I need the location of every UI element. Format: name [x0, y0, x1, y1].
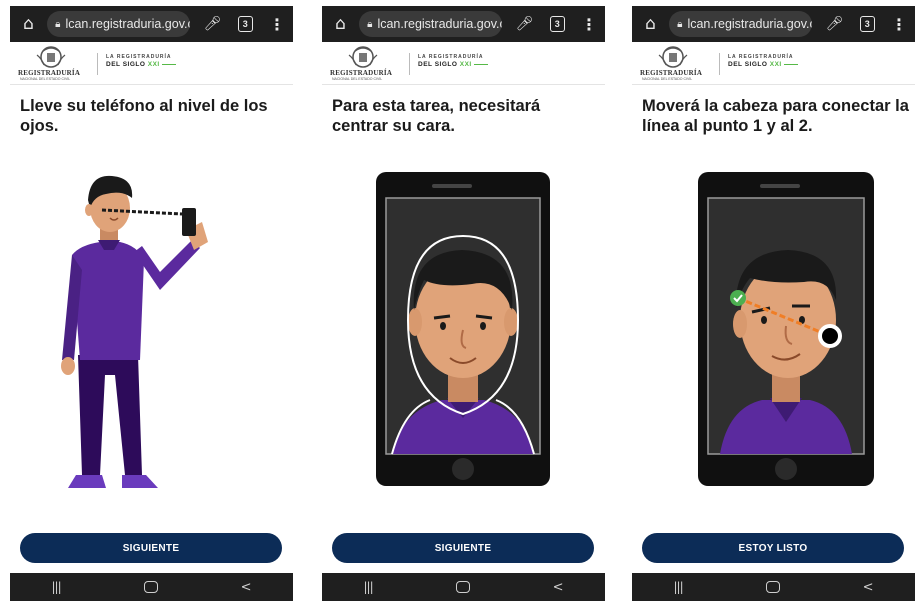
center-face-phone-illustration	[376, 172, 550, 486]
mic-icon[interactable]: 🎤︎	[204, 16, 222, 32]
lock-icon: 🔒︎	[677, 18, 683, 30]
crest-logo	[36, 46, 66, 68]
check-icon	[730, 290, 746, 306]
instruction-title: Lleve su teléfono al nivel de los ojos.	[20, 97, 268, 135]
recent-apps-icon[interactable]: |||	[673, 580, 683, 594]
home-nav-icon[interactable]	[455, 581, 470, 593]
address-bar[interactable]: 🔒︎ lcan.registraduria.gov.co	[47, 11, 190, 37]
divider	[97, 53, 98, 75]
site-header: REGISTRADURÍA NACIONAL DEL ESTADO CIVIL …	[632, 42, 915, 85]
mic-icon[interactable]: 🎤︎	[516, 16, 534, 32]
mic-icon[interactable]: 🎤︎	[826, 16, 844, 32]
menu-icon[interactable]: ⋮	[891, 15, 907, 34]
home-icon[interactable]: ⌂	[18, 14, 39, 34]
screen-3: ⌂ 🔒︎ lcan.registraduria.gov.co 🎤︎ 3 ⋮ RE…	[632, 0, 915, 601]
connect-line-phone-illustration	[698, 172, 874, 486]
logo-subtext: NACIONAL DEL ESTADO CIVIL	[332, 77, 383, 81]
instruction-title: Para esta tarea, necesitará centrar su c…	[332, 97, 541, 135]
android-nav-bar: ||| <	[322, 573, 605, 601]
recent-apps-icon[interactable]: |||	[51, 580, 61, 594]
menu-icon[interactable]: ⋮	[581, 15, 597, 34]
target-dot-icon	[818, 324, 842, 348]
slogan: LA REGISTRADURÍA DEL SIGLO XXI	[418, 54, 488, 68]
back-icon[interactable]: <	[241, 580, 252, 595]
site-header: REGISTRADURÍA NACIONAL DEL ESTADO CIVIL …	[322, 42, 605, 85]
site-header: REGISTRADURÍA NACIONAL DEL ESTADO CIVIL …	[10, 42, 293, 85]
crest-logo	[658, 46, 688, 68]
tabs-icon[interactable]: 3	[549, 16, 565, 32]
lock-icon: 🔒︎	[55, 18, 61, 30]
android-nav-bar: ||| <	[10, 573, 293, 601]
tabs-icon[interactable]: 3	[237, 16, 253, 32]
crest-logo	[348, 46, 378, 68]
estoy-listo-button[interactable]: ESTOY LISTO	[642, 533, 904, 563]
url-text: lcan.registraduria.gov.co	[65, 17, 190, 31]
browser-toolbar: ⌂ 🔒︎ lcan.registraduria.gov.co 🎤︎ 3 ⋮	[322, 6, 605, 42]
recent-apps-icon[interactable]: |||	[363, 580, 373, 594]
tabs-icon[interactable]: 3	[859, 16, 875, 32]
url-text: lcan.registraduria.gov.co	[687, 17, 812, 31]
address-bar[interactable]: 🔒︎ lcan.registraduria.gov.co	[359, 11, 502, 37]
logo-subtext: NACIONAL DEL ESTADO CIVIL	[20, 77, 71, 81]
address-bar[interactable]: 🔒︎ lcan.registraduria.gov.co	[669, 11, 812, 37]
browser-toolbar: ⌂ 🔒︎ lcan.registraduria.gov.co 🎤︎ 3 ⋮	[632, 6, 915, 42]
logo-text: REGISTRADURÍA	[640, 69, 703, 77]
instruction-title: Moverá la cabeza para conectar la línea …	[642, 97, 909, 135]
home-nav-icon[interactable]	[765, 581, 780, 593]
back-icon[interactable]: <	[553, 580, 564, 595]
screen-1: ⌂ 🔒︎ lcan.registraduria.gov.co 🎤︎ 3 ⋮ RE…	[10, 0, 293, 601]
logo-text: REGISTRADURÍA	[18, 69, 81, 77]
home-icon[interactable]: ⌂	[640, 14, 661, 34]
screen-2: ⌂ 🔒︎ lcan.registraduria.gov.co 🎤︎ 3 ⋮ RE…	[322, 0, 605, 601]
slogan: LA REGISTRADURÍA DEL SIGLO XXI	[106, 54, 176, 68]
logo-text: REGISTRADURÍA	[330, 69, 393, 77]
lock-icon: 🔒︎	[367, 18, 373, 30]
divider	[409, 53, 410, 75]
siguiente-button[interactable]: SIGUIENTE	[332, 533, 594, 563]
home-icon[interactable]: ⌂	[330, 14, 351, 34]
android-nav-bar: ||| <	[632, 573, 915, 601]
person-holding-phone-illustration	[61, 175, 208, 488]
browser-toolbar: ⌂ 🔒︎ lcan.registraduria.gov.co 🎤︎ 3 ⋮	[10, 6, 293, 42]
logo-subtext: NACIONAL DEL ESTADO CIVIL	[642, 77, 693, 81]
home-nav-icon[interactable]	[143, 581, 158, 593]
url-text: lcan.registraduria.gov.co	[377, 17, 502, 31]
siguiente-button[interactable]: SIGUIENTE	[20, 533, 282, 563]
slogan: LA REGISTRADURÍA DEL SIGLO XXI	[728, 54, 798, 68]
divider	[719, 53, 720, 75]
back-icon[interactable]: <	[863, 580, 874, 595]
menu-icon[interactable]: ⋮	[269, 15, 285, 34]
